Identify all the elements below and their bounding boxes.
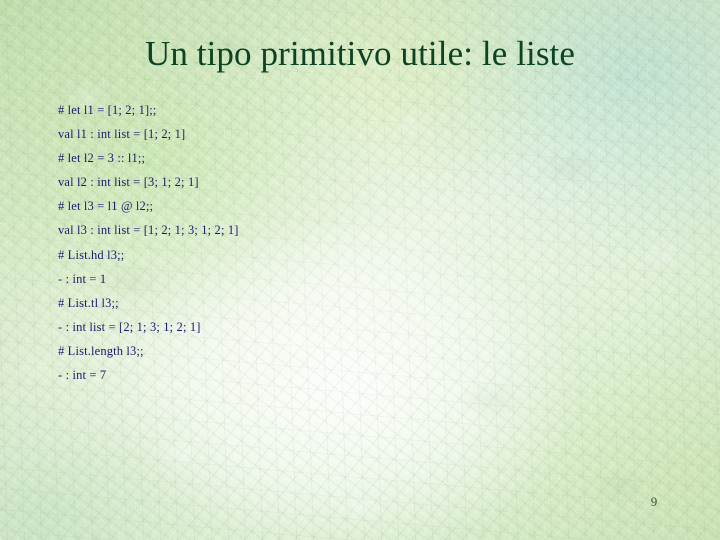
code-line: - : int = 1 <box>58 271 107 286</box>
code-line: # List.hd l3;; <box>58 247 125 262</box>
code-line: val l3 : int list = [1; 2; 1; 3; 1; 2; 1… <box>58 223 239 238</box>
code-line: # List.length l3;; <box>58 343 144 358</box>
code-line: # List.tl l3;; <box>58 295 119 310</box>
code-line: # let l1 = [1; 2; 1];; <box>58 103 157 117</box>
code-line: val l1 : int list = [1; 2; 1] <box>58 127 186 142</box>
code-line: # let l3 = l1 @ l2;; <box>58 199 154 214</box>
page-title: Un tipo primitivo utile: le liste <box>144 34 576 73</box>
slide-content: Un tipo primitivo utile: le liste # let … <box>0 0 720 540</box>
code-listing: # let l1 = [1; 2; 1];; val l1 : int list … <box>58 98 478 387</box>
code-line: - : int list = [2; 1; 3; 1; 2; 1] <box>58 319 201 334</box>
code-line: val l2 : int list = [3; 1; 2; 1] <box>58 175 199 190</box>
code-line: # let l2 = 3 :: l1;; <box>58 151 146 166</box>
code-line: - : int = 7 <box>58 368 107 383</box>
presentation-slide: Un tipo primitivo utile: le liste # let … <box>0 0 720 540</box>
page-number: 9 <box>650 494 658 509</box>
